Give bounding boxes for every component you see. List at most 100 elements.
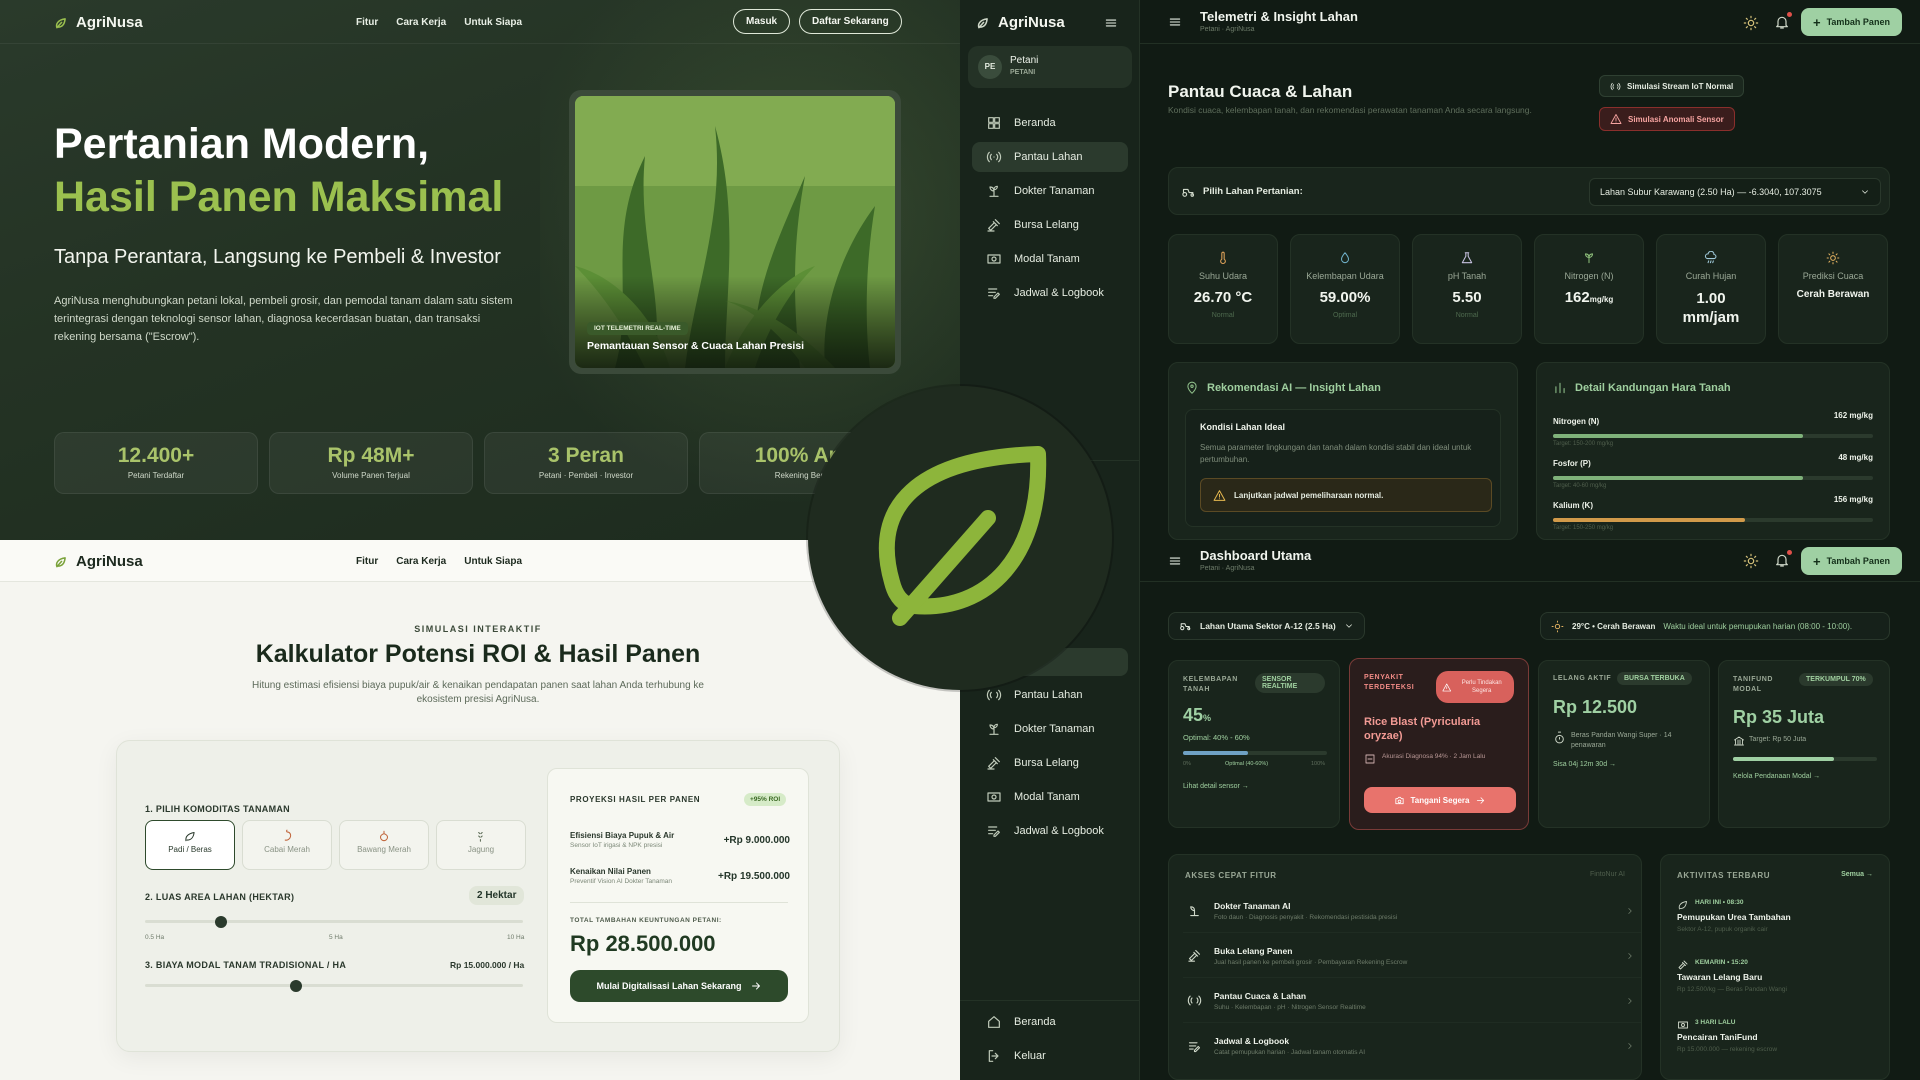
notification-dot <box>1787 12 1792 17</box>
slider-thumb[interactable] <box>290 980 303 992</box>
slider-thumb[interactable] <box>214 916 227 928</box>
card-tag: BURSA TERBUKA <box>1617 672 1692 685</box>
land-select-dropdown[interactable]: Lahan Subur Karawang (2.50 Ha) — -6.3040… <box>1589 178 1881 206</box>
breadcrumb: Petani · AgriNusa <box>1200 565 1255 572</box>
activity-item[interactable]: 3 HARI LALU Pencairan TaniFund Rp 15.000… <box>1677 1019 1877 1053</box>
land-dropdown[interactable]: Lahan Utama Sektor A-12 (2.5 Ha) <box>1168 612 1365 640</box>
activity-item[interactable]: KEMARIN • 15:20 Tawaran Lelang Baru Rp 1… <box>1677 959 1877 993</box>
projection-row-value: +Rp 9.000.000 <box>723 835 790 846</box>
add-harvest-button[interactable]: + Tambah Panen <box>1801 8 1902 36</box>
fund-target: Target: Rp 50 Juta <box>1749 736 1807 743</box>
sidebar-item-label: Dokter Tanaman <box>1014 723 1095 735</box>
sidebar-item-dokter-tanaman[interactable]: Dokter Tanaman <box>972 176 1128 206</box>
metric-value: 1.00 mm/jam <box>1682 290 1740 326</box>
menu-icon[interactable] <box>1104 16 1118 30</box>
crop-option-padi[interactable]: Padi / Beras <box>145 820 235 870</box>
metric-status: Optimal <box>1332 312 1358 319</box>
sidebar-item-bursa-lelang-2[interactable]: Bursa Lelang <box>972 748 1128 778</box>
quick-link-jadwal-logbook[interactable]: Jadwal & Logbook Catat pemupukan harian … <box>1183 1024 1641 1068</box>
quick-link-text: Buka Lelang Panen Jual hasil panen ke pe… <box>1214 946 1613 966</box>
sidebar-item-beranda-footer[interactable]: Beranda <box>972 1007 1128 1037</box>
manage-fund-link[interactable]: Kelola Pendanaan Modal → <box>1733 773 1820 780</box>
user-profile-card[interactable]: PE Petani PETANI <box>968 46 1132 88</box>
fund-progress-fill <box>1733 757 1834 761</box>
logout-icon <box>988 1050 999 1062</box>
sidebar-item-bursa-lelang[interactable]: Bursa Lelang <box>972 210 1128 240</box>
metric-card-rainfall: Curah Hujan 1.00 mm/jam <box>1656 234 1766 344</box>
crop-option-jagung[interactable]: Jagung <box>436 820 526 870</box>
sidebar-item-modal-tanam-2[interactable]: Modal Tanam <box>972 782 1128 812</box>
card-tag: SENSOR REALTIME <box>1255 673 1325 693</box>
hero-title-line1: Pertanian Modern, <box>54 120 430 168</box>
activity-item[interactable]: HARI INI • 08:30 Pemupukan Urea Tambahan… <box>1677 899 1877 933</box>
roi-badge: +95% ROI <box>744 793 787 806</box>
signup-button[interactable]: Daftar Sekarang <box>799 9 902 34</box>
chevron-right-icon <box>1628 997 1632 1004</box>
crop-option-cabai[interactable]: Cabai Merah <box>242 820 332 870</box>
telemetry-page: Telemetri & Insight Lahan Petani · AgriN… <box>1140 0 1920 540</box>
quick-link-sub: Suhu · Kelembapan · pH · Nitrogen Sensor… <box>1214 1003 1366 1011</box>
sidebar-item-modal-tanam[interactable]: Modal Tanam <box>972 244 1128 274</box>
brand-logo[interactable]: AgriNusa <box>54 14 143 31</box>
view-all-link[interactable]: Semua → <box>1841 871 1873 878</box>
soil-nutrient-card: Detail Kandungan Hara Tanah Nitrogen (N)… <box>1536 362 1890 540</box>
logout-button[interactable]: Keluar <box>972 1041 1128 1071</box>
gavel-icon <box>987 757 1000 770</box>
nav-link-cara-kerja[interactable]: Cara Kerja <box>396 556 446 567</box>
sidebar-item-label: Modal Tanam <box>1014 253 1080 265</box>
sidebar-item-beranda[interactable]: Beranda <box>972 108 1128 138</box>
sun-icon[interactable] <box>1743 15 1759 31</box>
quick-link-lelang-panen[interactable]: Buka Lelang Panen Jual hasil panen ke pe… <box>1183 934 1641 978</box>
sidebar-item-jadwal-logbook-2[interactable]: Jadwal & Logbook <box>972 816 1128 846</box>
area-slider[interactable] <box>145 916 523 928</box>
start-digitalization-button[interactable]: Mulai Digitalisasi Lahan Sekarang <box>570 970 788 1002</box>
disease-name: Rice Blast (Pyricularia oryzae) <box>1364 716 1481 742</box>
crop-option-bawang[interactable]: Bawang Merah <box>339 820 429 870</box>
avatar: PE <box>978 55 1002 79</box>
sprout-icon <box>185 831 195 842</box>
quick-link-dokter-tanaman[interactable]: Dokter Tanaman AI Foto daun · Diagnosis … <box>1183 889 1641 933</box>
auction-time-link[interactable]: Sisa 04j 12m 30d → <box>1553 761 1616 768</box>
nav-link-fitur[interactable]: Fitur <box>356 17 378 28</box>
sidebar-item-pantau-lahan[interactable]: Pantau Lahan <box>972 142 1128 172</box>
sidebar-item-dokter-tanaman-2[interactable]: Dokter Tanaman <box>972 714 1128 744</box>
stat-label: Petani Terdaftar <box>127 471 185 480</box>
crop-label: Padi / Beras <box>168 845 212 854</box>
nav-link-untuk-siapa[interactable]: Untuk Siapa <box>464 556 522 567</box>
nutrient-bar <box>1553 476 1873 480</box>
metric-value: Cerah Berawan <box>1796 289 1870 300</box>
sidebar-brand[interactable]: AgriNusa <box>976 14 1065 31</box>
nav-link-fitur[interactable]: Fitur <box>356 556 378 567</box>
sun-icon[interactable] <box>1743 553 1759 569</box>
nutrient-value: 156 mg/kg <box>1833 495 1873 504</box>
bank-icon <box>1734 736 1744 746</box>
card-title: KELEMBAPAN TANAH <box>1183 676 1238 693</box>
sidebar-item-label: Dokter Tanaman <box>1014 185 1095 197</box>
cost-slider[interactable] <box>145 980 523 992</box>
nav-link-untuk-siapa[interactable]: Untuk Siapa <box>464 17 522 28</box>
page-title: Telemetri & Insight Lahan <box>1200 9 1358 24</box>
sidebar-item-label: Pantau Lahan <box>1014 689 1083 701</box>
quick-link-pantau-cuaca[interactable]: Pantau Cuaca & Lahan Suhu · Kelembapan ·… <box>1183 979 1641 1023</box>
metric-value: 5.50 <box>1452 289 1482 306</box>
add-harvest-button[interactable]: + Tambah Panen <box>1801 547 1902 575</box>
nav-link-cara-kerja[interactable]: Cara Kerja <box>396 17 446 28</box>
sidebar-item-jadwal-logbook[interactable]: Jadwal & Logbook <box>972 278 1128 308</box>
rain-icon <box>1704 251 1717 264</box>
logbook-icon <box>1188 1041 1201 1052</box>
home-icon <box>988 1016 1000 1028</box>
handle-now-button[interactable]: Tangani Segera <box>1364 787 1516 813</box>
stat-card-farmers: 12.400+ Petani Terdaftar <box>54 432 258 494</box>
telemetry-topbar: Telemetri & Insight Lahan Petani · AgriN… <box>1140 0 1920 44</box>
sensor-detail-link[interactable]: Lihat detail sensor → <box>1183 783 1249 790</box>
crop-label: Bawang Merah <box>357 845 411 854</box>
brand-logo[interactable]: AgriNusa <box>54 553 143 570</box>
nutrient-target: Target: 150-200 mg/kg <box>1553 441 1614 447</box>
simulate-normal-button[interactable]: Simulasi Stream IoT Normal <box>1599 75 1745 97</box>
user-name: Petani <box>1010 55 1039 66</box>
menu-icon[interactable] <box>1168 554 1182 568</box>
menu-icon[interactable] <box>1168 15 1182 29</box>
login-button[interactable]: Masuk <box>733 9 791 34</box>
simulate-anomaly-button[interactable]: Simulasi Anomali Sensor <box>1599 107 1735 131</box>
nutrient-card-title: Detail Kandungan Hara Tanah <box>1575 382 1731 394</box>
